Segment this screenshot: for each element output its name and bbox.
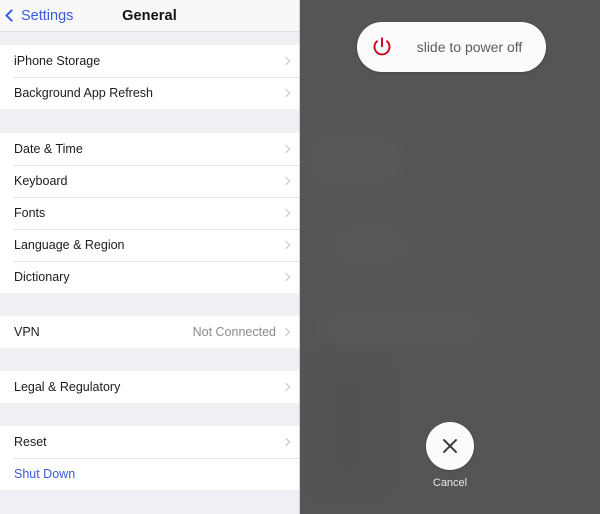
settings-general-pane: Settings General iPhone Storage Backgroun…: [0, 0, 300, 514]
back-button[interactable]: Settings: [0, 8, 73, 24]
section-gap: [0, 32, 299, 45]
list-item[interactable]: Reset: [0, 426, 299, 458]
slide-to-power-off-label: slide to power off: [416, 39, 523, 55]
settings-group: iPhone Storage Background App Refresh: [0, 45, 299, 109]
list-item-label: Reset: [14, 435, 47, 449]
list-item-label: Dictionary: [14, 270, 70, 284]
blurred-backdrop-shape: [320, 315, 490, 341]
section-gap: [0, 403, 299, 426]
cancel-button[interactable]: [426, 422, 474, 470]
screen-root: Settings General iPhone Storage Backgroun…: [0, 0, 600, 514]
cancel-button-label: Cancel: [432, 477, 468, 489]
list-item[interactable]: Dictionary: [0, 261, 299, 293]
list-item[interactable]: Keyboard: [0, 165, 299, 197]
chevron-right-icon: [281, 240, 291, 250]
section-gap: [0, 109, 299, 133]
power-slider-knob[interactable]: [357, 22, 407, 72]
cancel-control: Cancel: [300, 422, 600, 489]
blurred-backdrop-shape: [330, 230, 410, 260]
chevron-right-icon: [281, 88, 291, 98]
chevron-right-icon: [281, 382, 291, 392]
close-x-icon: [443, 439, 457, 453]
list-item-label: Fonts: [14, 206, 46, 220]
list-item-label: Date & Time: [14, 142, 83, 156]
list-item[interactable]: Language & Region: [0, 229, 299, 261]
settings-groups: iPhone Storage Background App Refresh Date…: [0, 45, 299, 490]
blurred-backdrop-shape: [310, 140, 400, 180]
list-item-label: iPhone Storage: [14, 54, 101, 68]
list-item[interactable]: Date & Time: [0, 133, 299, 165]
chevron-right-icon: [281, 327, 291, 337]
settings-group: Reset Shut Down: [0, 426, 299, 490]
list-item[interactable]: Background App Refresh: [0, 77, 299, 109]
settings-group: Legal & Regulatory: [0, 371, 299, 403]
power-icon: [373, 37, 391, 56]
slide-to-power-off-slider[interactable]: slide to power off: [357, 22, 546, 72]
chevron-right-icon: [281, 144, 291, 154]
list-item-label: Legal & Regulatory: [14, 380, 121, 394]
list-item[interactable]: Legal & Regulatory: [0, 371, 299, 403]
navigation-bar: Settings General: [0, 0, 299, 32]
list-item-label: Shut Down: [14, 467, 76, 481]
list-item-label: Keyboard: [14, 174, 68, 188]
chevron-right-icon: [281, 176, 291, 186]
chevron-right-icon: [281, 56, 291, 66]
settings-list[interactable]: iPhone Storage Background App Refresh Date…: [0, 32, 299, 514]
chevron-right-icon: [281, 272, 291, 282]
section-gap: [0, 348, 299, 371]
list-item-label: Language & Region: [14, 238, 125, 252]
list-item[interactable]: VPN Not Connected: [0, 316, 299, 348]
back-button-label: Settings: [21, 7, 74, 24]
chevron-left-icon: [5, 9, 18, 22]
list-item[interactable]: iPhone Storage: [0, 45, 299, 77]
list-item-value: Not Connected: [192, 325, 276, 339]
settings-group: VPN Not Connected: [0, 316, 299, 348]
power-off-overlay-pane: slide to power off Cancel: [300, 0, 600, 514]
chevron-right-icon: [281, 208, 291, 218]
list-item[interactable]: Shut Down: [0, 458, 299, 490]
list-item-label: VPN: [14, 325, 40, 339]
section-gap: [0, 293, 299, 316]
list-item-label: Background App Refresh: [14, 86, 153, 100]
settings-group: Date & Time Keyboard Fonts Language & Regio…: [0, 133, 299, 293]
chevron-right-icon: [281, 437, 291, 447]
list-item[interactable]: Fonts: [0, 197, 299, 229]
